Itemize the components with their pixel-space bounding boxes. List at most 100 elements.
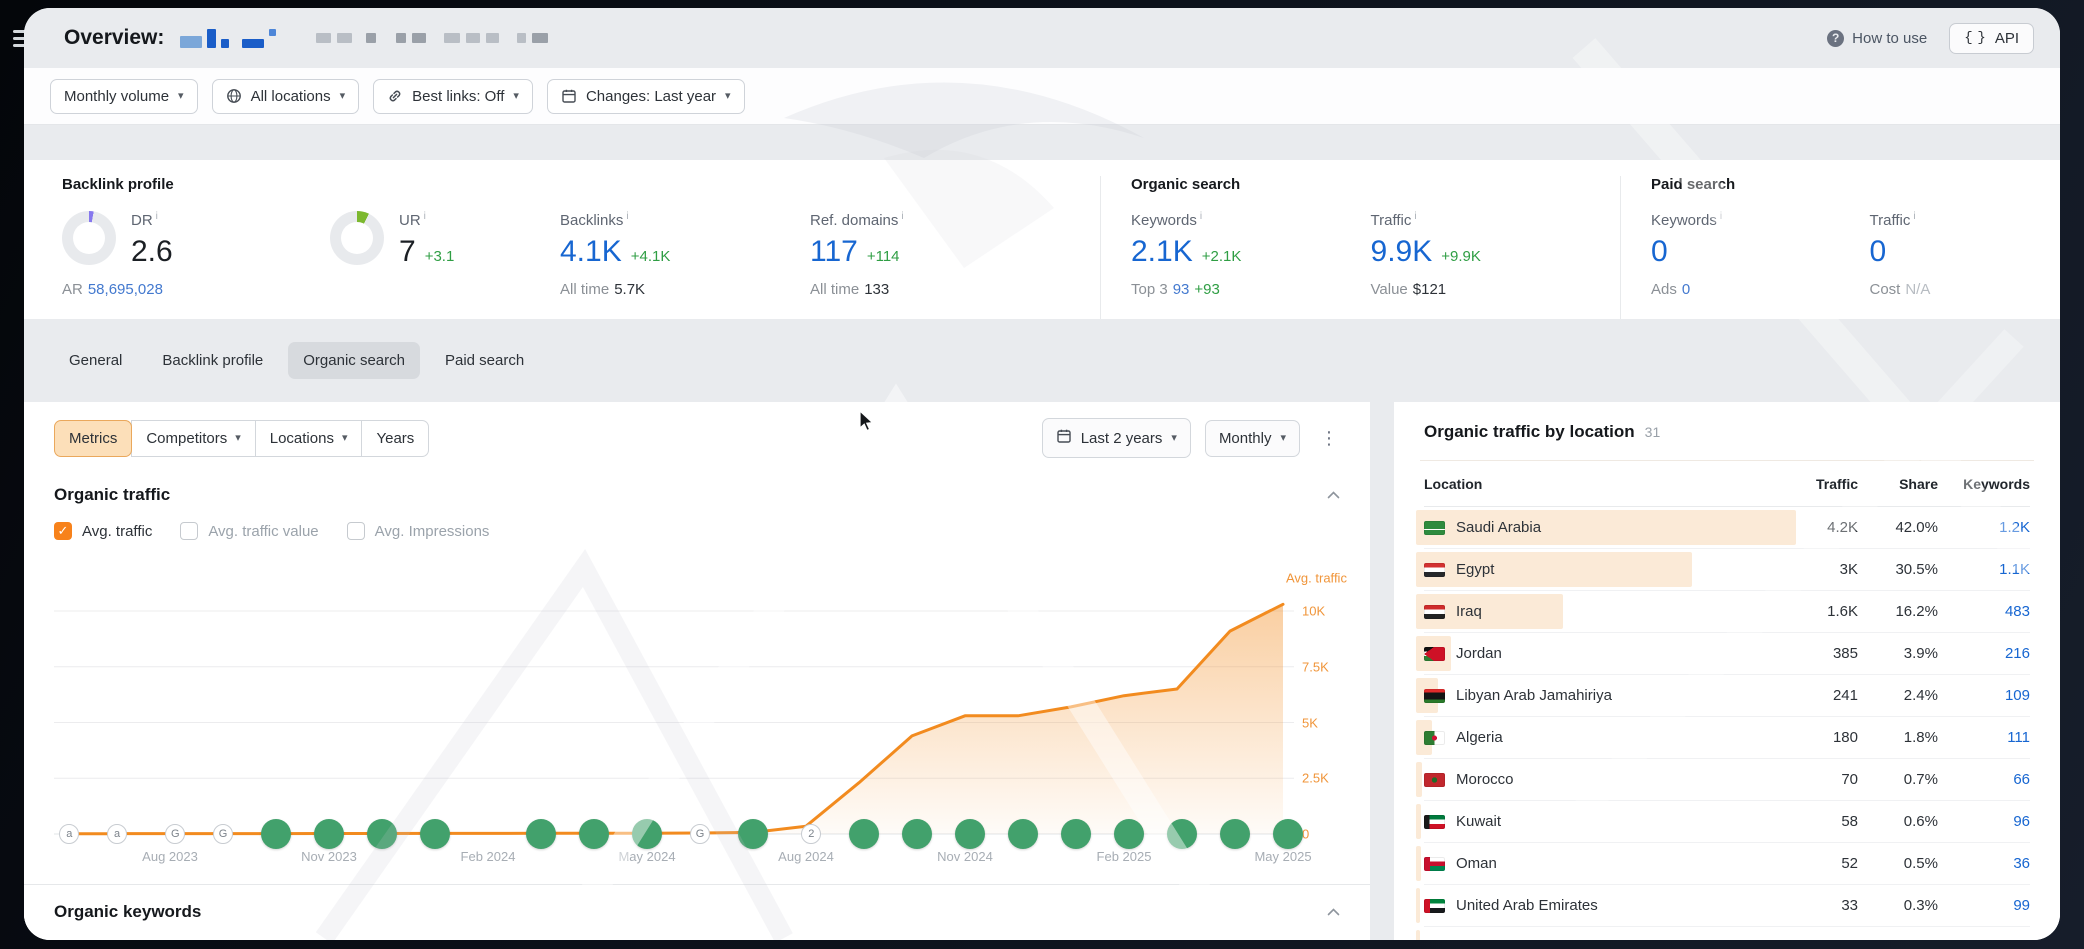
metric-value-link[interactable]: 117 <box>810 236 858 268</box>
event-marker-dot[interactable] <box>849 819 879 849</box>
top3-link[interactable]: 93 <box>1173 281 1190 298</box>
organic-traffic-chart[interactable]: Avg. traffic 10K7.5K5K2.5K0 Aug 2023Nov … <box>54 552 1370 882</box>
keywords-link[interactable]: 109 <box>1938 687 2030 704</box>
metric-value-link[interactable]: 4.1K <box>560 236 622 268</box>
filter-bar: Monthly volume▾All locations▾Best links:… <box>24 68 2060 125</box>
keywords-link[interactable]: 216 <box>1938 645 2030 662</box>
event-marker-g[interactable]: G <box>213 824 233 844</box>
event-marker-2[interactable]: 2 <box>801 824 821 844</box>
filter-label: Monthly volume <box>64 88 169 105</box>
redacted-domain-text <box>316 33 548 43</box>
ahrefs-rank-link[interactable]: 58,695,028 <box>88 281 163 298</box>
y-axis-labels: 10K7.5K5K2.5K0 <box>1302 552 1368 882</box>
location-row-egypt: Egypt3K30.5%1.1K <box>1424 549 2030 591</box>
keywords-link[interactable]: 111 <box>1938 729 2030 746</box>
checkbox-avg-impressions[interactable]: Avg. Impressions <box>347 522 490 540</box>
collapse-chevron-icon[interactable] <box>1323 899 1344 925</box>
organic-keywords-header: Organic keywords <box>24 884 1370 938</box>
group-title: Backlink profile <box>62 176 1100 193</box>
filter-button-changes-last-year[interactable]: Changes: Last year▾ <box>547 79 745 114</box>
how-to-use-link[interactable]: ? How to use <box>1827 30 1927 47</box>
keywords-link[interactable]: 96 <box>1938 813 2030 830</box>
checkbox-avg-traffic-value[interactable]: Avg. traffic value <box>180 522 318 540</box>
event-marker-dot[interactable] <box>579 819 609 849</box>
event-marker-dot[interactable] <box>420 819 450 849</box>
ahrefs-overview-window: Overview: ? How to use { } <box>24 8 2060 940</box>
column-header-location[interactable]: Location <box>1424 476 1786 492</box>
traffic-value: 385 <box>1786 645 1858 662</box>
traffic-value: 180 <box>1786 729 1858 746</box>
event-marker-dot[interactable] <box>1008 819 1038 849</box>
sub-value: $121 <box>1413 281 1446 298</box>
metric-value-link[interactable]: 0 <box>1870 236 1887 268</box>
sub-delta: +93 <box>1194 281 1219 298</box>
event-marker-dot[interactable] <box>902 819 932 849</box>
keywords-link[interactable]: 483 <box>1938 603 2030 620</box>
event-marker-dot[interactable] <box>738 819 768 849</box>
event-marker-dot[interactable] <box>1273 819 1303 849</box>
event-marker-dot[interactable] <box>367 819 397 849</box>
event-marker-a[interactable]: a <box>107 824 127 844</box>
sub-label: Value <box>1371 281 1408 298</box>
event-marker-dot[interactable] <box>632 819 662 849</box>
keywords-link[interactable]: 1.2K <box>1938 519 2030 536</box>
event-marker-dot[interactable] <box>1220 819 1250 849</box>
x-tick-label: Nov 2023 <box>301 849 357 864</box>
segmented-metrics[interactable]: Metrics <box>54 420 132 457</box>
event-marker-dot[interactable] <box>1167 819 1197 849</box>
metric-value-link[interactable]: 2.1K <box>1131 236 1193 268</box>
caret-down-icon: ▾ <box>340 91 346 102</box>
event-marker-dot[interactable] <box>955 819 985 849</box>
caret-down-icon: ▾ <box>725 91 731 102</box>
segmented-years[interactable]: Years <box>361 420 429 457</box>
event-marker-g[interactable]: G <box>690 824 710 844</box>
tab-backlink-profile[interactable]: Backlink profile <box>147 342 278 379</box>
collapse-chevron-icon[interactable] <box>1323 482 1344 508</box>
metric-value-link[interactable]: 9.9K <box>1371 236 1433 268</box>
chart-controls: MetricsCompetitors▾Locations▾Years Last … <box>54 418 1344 458</box>
column-header-share[interactable]: Share <box>1858 476 1938 492</box>
filter-button-monthly-volume[interactable]: Monthly volume▾ <box>50 79 198 114</box>
keywords-link[interactable]: 66 <box>1938 771 2030 788</box>
tab-organic-search[interactable]: Organic search <box>288 342 420 379</box>
date-range-button[interactable]: Last 2 years ▾ <box>1042 418 1191 458</box>
sub-value: N/A <box>1905 281 1930 298</box>
metric-label: Traffic <box>1870 211 2051 229</box>
tab-paid-search[interactable]: Paid search <box>430 342 539 379</box>
metric-delta: +9.9K <box>1441 248 1481 265</box>
share-value: 42.0% <box>1858 519 1938 536</box>
location-row-kuwait: Kuwait580.6%96 <box>1424 801 2030 843</box>
share-bar <box>1416 804 1421 839</box>
filter-button-all-locations[interactable]: All locations▾ <box>212 79 360 114</box>
api-button[interactable]: { } API <box>1949 23 2034 54</box>
segmented-locations[interactable]: Locations▾ <box>255 420 363 457</box>
event-marker-dot[interactable] <box>314 819 344 849</box>
event-marker-g[interactable]: G <box>165 824 185 844</box>
share-value: 3.9% <box>1858 645 1938 662</box>
location-name: Jordan <box>1456 645 1502 662</box>
checkbox-avg-traffic[interactable]: ✓Avg. traffic <box>54 522 152 540</box>
metric-delta: +114 <box>867 248 900 265</box>
segmented-competitors[interactable]: Competitors▾ <box>131 420 255 457</box>
column-header-keywords[interactable]: Keywords <box>1938 476 2030 492</box>
sub-label: Cost <box>1870 281 1901 298</box>
column-header-traffic[interactable]: Traffic <box>1786 476 1858 492</box>
interval-label: Monthly <box>1219 430 1272 447</box>
keywords-link[interactable]: 99 <box>1938 897 2030 914</box>
keywords-link[interactable]: 1.1K <box>1938 561 2030 578</box>
event-marker-dot[interactable] <box>261 819 291 849</box>
metric-label: Backlinks <box>560 211 810 229</box>
kebab-menu-icon[interactable]: ⋮ <box>1314 424 1344 453</box>
keywords-link[interactable]: 36 <box>1938 855 2030 872</box>
tab-general[interactable]: General <box>54 342 137 379</box>
filter-button-best-links-off[interactable]: Best links: Off▾ <box>373 79 533 114</box>
keywords-link[interactable]: 25 <box>1938 939 2030 940</box>
interval-button[interactable]: Monthly ▾ <box>1205 420 1300 457</box>
event-marker-a[interactable]: a <box>59 824 79 844</box>
event-marker-dot[interactable] <box>1114 819 1144 849</box>
event-marker-dot[interactable] <box>526 819 556 849</box>
ads-link[interactable]: 0 <box>1682 281 1690 298</box>
event-marker-dot[interactable] <box>1061 819 1091 849</box>
metric-value-link[interactable]: 0 <box>1651 236 1668 268</box>
location-name: Iraq <box>1456 603 1482 620</box>
